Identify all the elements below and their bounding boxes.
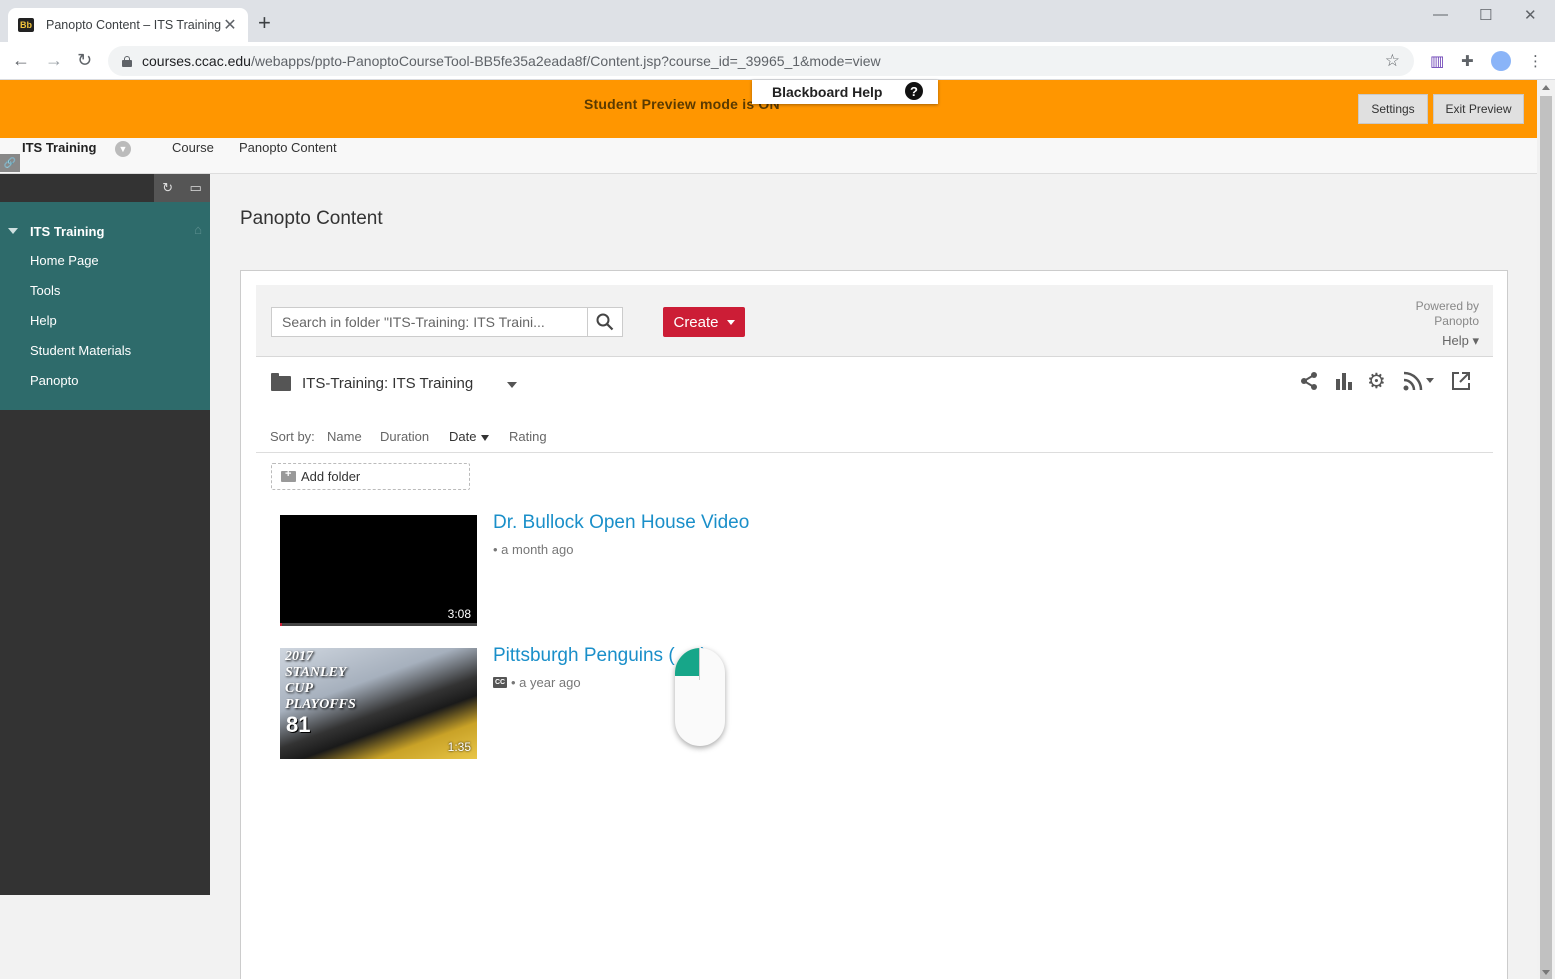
session-duration: 3:08 [447, 607, 471, 621]
course-menu: ↻ ▭ ITS Training ⌂ Home Page Tools Help … [0, 174, 210, 895]
thumbnail-caption: 2017 STANLEY CUP PLAYOFFS [285, 649, 356, 712]
chevron-down-icon[interactable]: ▼ [115, 141, 131, 157]
folder-view-icon[interactable]: ▭ [189, 180, 201, 196]
blackboard-favicon-icon: Bb [18, 18, 34, 32]
watch-progress-bar [280, 623, 477, 626]
scrollbar-thumb[interactable] [1540, 96, 1552, 979]
url-text: courses.ccac.edu/webapps/ppto-PanoptoCou… [142, 53, 881, 69]
folder-name: ITS-Training: ITS Training [302, 375, 474, 392]
page-scrollbar[interactable] [1537, 80, 1555, 979]
address-bar[interactable]: courses.ccac.edu/webapps/ppto-PanoptoCou… [108, 46, 1414, 76]
powered-by-panopto: Powered by Panopto [1415, 299, 1479, 328]
course-menu-panel: ITS Training ⌂ Home Page Tools Help Stud… [0, 202, 210, 410]
rss-icon[interactable] [1403, 371, 1435, 396]
main-content: Panopto Content Create Powered by Panopt… [210, 174, 1537, 979]
session-thumbnail[interactable]: 3:08 [280, 515, 477, 626]
sort-bar: Sort by: Name Duration Date Rating [256, 425, 1493, 453]
session-meta: • a month ago [493, 542, 574, 557]
sort-label: Sort by: [270, 429, 315, 444]
new-tab-icon[interactable]: + [258, 12, 271, 34]
tab-title: Panopto Content – ITS Training [46, 18, 222, 32]
share-icon[interactable] [1299, 371, 1319, 396]
sort-name[interactable]: Name [327, 429, 362, 444]
menu-item-tools[interactable]: Tools [0, 276, 210, 306]
preview-message: Student Preview mode is ON [584, 96, 780, 112]
sort-duration[interactable]: Duration [380, 429, 429, 444]
browser-tabstrip: Bb Panopto Content – ITS Training ✕ + — … [0, 0, 1555, 42]
jersey-number: 81 [286, 712, 311, 737]
sort-desc-icon [481, 434, 490, 441]
blackboard-help-tab[interactable]: Blackboard Help ? [752, 80, 938, 104]
bookmark-star-icon[interactable]: ☆ [1385, 51, 1400, 71]
menu-item-home-page[interactable]: Home Page [0, 246, 210, 276]
menu-item-student-materials[interactable]: Student Materials [0, 336, 210, 366]
panopto-header: Create Powered by Panopto Help ▾ [256, 285, 1493, 357]
browser-toolbar: ← → ↻ courses.ccac.edu/webapps/ppto-Pano… [0, 42, 1555, 80]
maximize-icon[interactable]: ☐ [1479, 6, 1492, 24]
add-folder-button[interactable]: Add folder [271, 463, 470, 490]
puzzle-icon[interactable]: ✚ [1461, 52, 1474, 70]
closed-captions-icon: CC [493, 677, 507, 688]
exit-preview-button[interactable]: Exit Preview [1433, 94, 1524, 124]
lock-icon [122, 55, 132, 67]
caret-down-icon [726, 319, 735, 325]
collapse-triangle-icon [8, 228, 18, 234]
help-dropdown[interactable]: Help ▾ [1442, 333, 1479, 349]
blackboard-help-label: Blackboard Help [772, 84, 883, 100]
folder-search [271, 307, 623, 337]
panopto-frame: Create Powered by Panopto Help ▾ ITS-Tra… [240, 270, 1508, 979]
scroll-down-icon [1542, 970, 1550, 975]
course-name[interactable]: ITS Training [22, 140, 96, 155]
profile-avatar[interactable] [1491, 51, 1511, 71]
link-icon[interactable]: 🔗 [0, 154, 20, 172]
session-thumbnail[interactable]: 2017 STANLEY CUP PLAYOFFS 81 1:35 [280, 648, 477, 759]
question-icon: ? [905, 82, 923, 100]
mouse-click-indicator-icon [675, 648, 725, 746]
open-external-icon[interactable] [1451, 371, 1471, 396]
breadcrumb-course[interactable]: Course [172, 140, 214, 155]
minimize-icon[interactable]: — [1433, 6, 1448, 23]
extension-icon[interactable]: ▥ [1430, 52, 1444, 70]
window-close-icon[interactable]: ✕ [1524, 6, 1537, 24]
settings-button[interactable]: Settings [1358, 94, 1428, 124]
course-breadcrumb-bar: ITS Training ▼ Course Panopto Content [0, 138, 1537, 174]
add-folder-icon [281, 468, 296, 482]
sort-date[interactable]: Date [449, 429, 490, 444]
gear-icon[interactable]: ⚙ [1367, 369, 1386, 394]
folder-dropdown-icon[interactable] [507, 382, 517, 388]
browser-tab[interactable]: Bb Panopto Content – ITS Training ✕ [8, 8, 248, 42]
menu-item-panopto[interactable]: Panopto [0, 366, 210, 396]
page-title: Panopto Content [240, 208, 383, 229]
folder-icon [271, 373, 291, 391]
session-duration: 1:35 [447, 740, 471, 754]
search-input[interactable] [272, 308, 587, 336]
sort-rating[interactable]: Rating [509, 429, 547, 444]
reload-icon[interactable]: ↻ [77, 50, 92, 70]
tab-close-icon[interactable]: ✕ [222, 15, 238, 35]
search-icon[interactable] [587, 308, 622, 336]
refresh-icon[interactable]: ↻ [162, 180, 173, 196]
scroll-up-icon [1542, 85, 1550, 90]
session-title[interactable]: Dr. Bullock Open House Video [493, 512, 749, 534]
home-icon[interactable]: ⌂ [194, 222, 202, 237]
stats-icon[interactable] [1335, 371, 1353, 396]
back-icon[interactable]: ← [12, 50, 30, 70]
folder-selector[interactable]: ITS-Training: ITS Training [271, 373, 474, 392]
forward-icon[interactable]: → [45, 50, 63, 70]
breadcrumb-panopto-content: Panopto Content [239, 140, 337, 155]
menu-course-title[interactable]: ITS Training ⌂ [0, 220, 210, 242]
menu-item-help[interactable]: Help [0, 306, 210, 336]
more-menu-icon[interactable]: ⋮ [1528, 52, 1543, 70]
menu-tools: ↻ ▭ [0, 174, 210, 202]
session-meta: CC • a year ago [493, 675, 581, 690]
create-button[interactable]: Create [663, 307, 745, 337]
